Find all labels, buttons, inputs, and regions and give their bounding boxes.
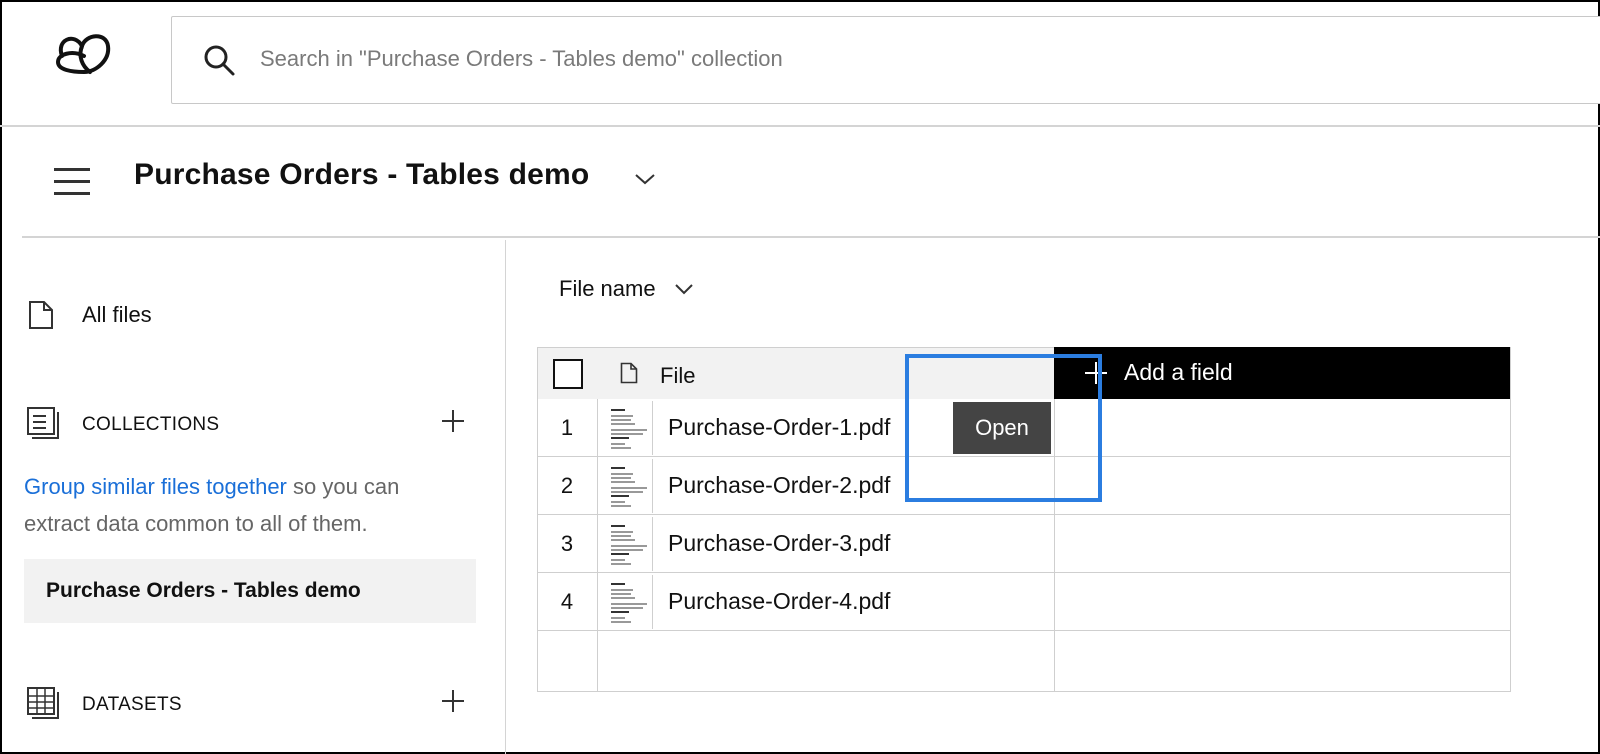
- menu-icon[interactable]: [54, 168, 90, 198]
- sidebar: All files COLLECTIONS Group similar file…: [0, 240, 506, 754]
- file-icon: [29, 301, 53, 329]
- file-name[interactable]: Purchase-Order-4.pdf: [668, 588, 890, 615]
- sidebar-item-all-files[interactable]: All files: [28, 300, 152, 330]
- highlight-box: [905, 354, 1102, 502]
- datasets-label: DATASETS: [82, 694, 182, 715]
- group-files-link[interactable]: Group similar files together: [24, 474, 287, 499]
- collections-header: COLLECTIONS: [26, 404, 486, 444]
- search-bar[interactable]: [171, 16, 1600, 104]
- file-thumbnail[interactable]: [601, 401, 653, 455]
- sort-label: File name: [559, 276, 656, 301]
- collections-icon: [27, 407, 59, 439]
- add-field-label: Add a field: [1124, 359, 1233, 385]
- page-header: Purchase Orders - Tables demo: [22, 128, 1600, 238]
- chevron-down-icon: [674, 284, 693, 295]
- file-thumbnail[interactable]: [601, 517, 653, 571]
- chevron-down-icon[interactable]: [634, 172, 656, 186]
- search-input[interactable]: [260, 39, 1160, 79]
- add-dataset-icon[interactable]: [438, 686, 468, 716]
- sort-dropdown[interactable]: File name: [559, 276, 694, 302]
- datasets-header: DATASETS: [26, 684, 486, 724]
- collection-label: Purchase Orders - Tables demo: [46, 579, 361, 602]
- file-name[interactable]: Purchase-Order-3.pdf: [668, 530, 890, 557]
- file-name[interactable]: Purchase-Order-2.pdf: [668, 472, 890, 499]
- select-all-checkbox[interactable]: [553, 359, 583, 389]
- file-thumbnail[interactable]: [601, 575, 653, 629]
- row-number: 3: [560, 531, 574, 556]
- datasets-icon: [27, 687, 59, 719]
- table-row[interactable]: 4 Purchase-Order-4.pdf: [537, 573, 1511, 631]
- collections-hint: Group similar files together so you can …: [24, 468, 464, 542]
- table-row[interactable]: 3 Purchase-Order-3.pdf: [537, 515, 1511, 573]
- row-number: 4: [560, 589, 574, 614]
- row-number: 1: [560, 415, 574, 440]
- file-thumbnail[interactable]: [601, 459, 653, 513]
- file-name[interactable]: Purchase-Order-1.pdf: [668, 414, 890, 441]
- logo-icon[interactable]: [52, 26, 114, 80]
- page-title: Purchase Orders - Tables demo: [134, 158, 590, 191]
- column-divider: [597, 399, 598, 691]
- sidebar-item-collection[interactable]: Purchase Orders - Tables demo: [24, 559, 476, 623]
- row-number: 2: [560, 473, 574, 498]
- collections-label: COLLECTIONS: [82, 414, 220, 435]
- sidebar-item-label: All files: [82, 302, 152, 327]
- file-column-header[interactable]: File: [660, 363, 695, 389]
- add-field-button[interactable]: Add a field: [1054, 347, 1510, 399]
- top-bar: [0, 0, 1600, 127]
- search-icon: [204, 45, 235, 76]
- add-collection-icon[interactable]: [438, 406, 468, 436]
- file-icon: [620, 362, 638, 384]
